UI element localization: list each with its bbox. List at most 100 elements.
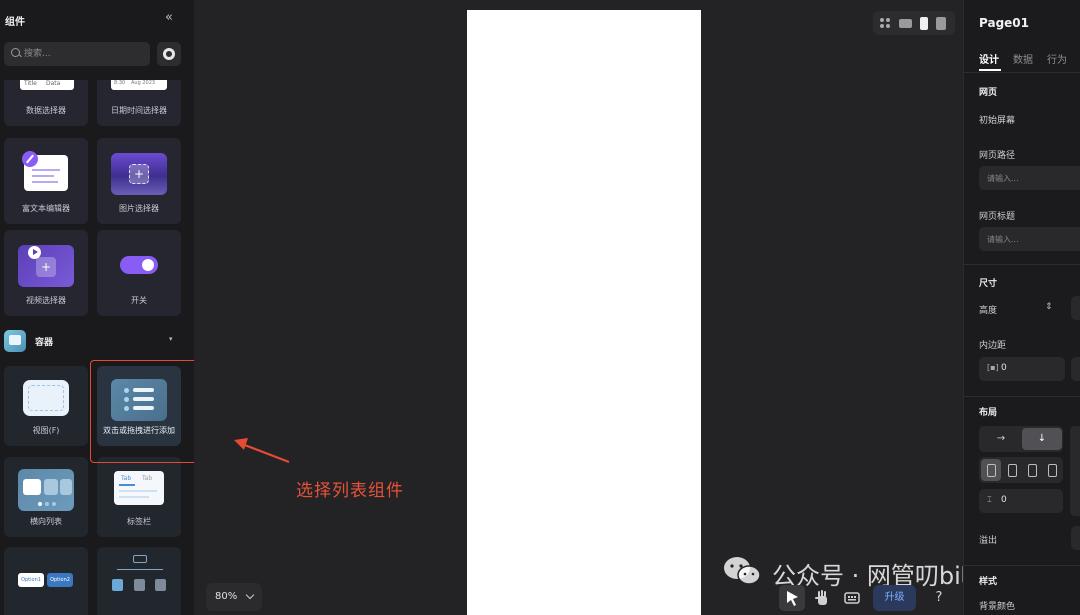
height-label: 高度 [979, 306, 998, 316]
height-mode-icon[interactable]: ⇕ [1045, 302, 1053, 312]
data-picker-thumb-title: Title [24, 80, 37, 87]
tree-root-node [133, 555, 147, 563]
direction-vertical-button[interactable]: ↓ [1022, 428, 1062, 450]
divider [964, 264, 1080, 265]
section-size: 尺寸 [979, 279, 998, 289]
collapse-panel-icon[interactable]: « [165, 10, 173, 25]
align-end-button[interactable] [1022, 459, 1042, 481]
section-webpage: 网页 [979, 88, 998, 98]
option-thumb-b: Option2 [47, 573, 73, 587]
overflow-label: 溢出 [979, 536, 998, 546]
tree-node [134, 579, 145, 591]
page-path-input[interactable] [987, 170, 1080, 186]
padding-detail-field[interactable] [1071, 357, 1080, 381]
height-field[interactable] [1071, 296, 1080, 320]
component-label: 视图(F) [32, 426, 60, 435]
keyboard-icon [844, 592, 860, 604]
zoom-level: 80% [215, 591, 238, 602]
component-video-picker[interactable]: + 视频选择器 [4, 230, 88, 316]
component-label: 开关 [131, 296, 147, 305]
component-switch[interactable]: 开关 [97, 230, 181, 316]
tab-design[interactable]: 设计 [979, 51, 999, 66]
list-component-highlight [90, 360, 194, 463]
page-title-input[interactable] [987, 231, 1080, 247]
tab-data[interactable]: 数据 [1013, 51, 1033, 66]
align-start-button[interactable] [981, 459, 1001, 481]
divider [964, 396, 1080, 397]
alignment-grid[interactable] [1070, 426, 1080, 516]
github-icon[interactable] [157, 42, 181, 66]
tab-thumb-b: Tab [142, 475, 153, 482]
tab-thumb-a: Tab [121, 475, 132, 482]
desktop-icon[interactable] [899, 19, 912, 28]
search-icon [11, 48, 20, 57]
component-search[interactable] [4, 42, 150, 66]
align-center-button[interactable] [1002, 459, 1022, 481]
datetime-thumb-date: Aug 2023 [131, 80, 156, 86]
search-input[interactable] [24, 45, 144, 63]
component-panel: 组件 « Title Data 数据选择器 8:30 Aug 2023 日期时间… [0, 0, 194, 615]
hand-tool[interactable] [809, 585, 835, 611]
page-path-field[interactable] [979, 166, 1080, 190]
divider [964, 72, 1080, 73]
grid-view-icon[interactable] [880, 18, 890, 28]
comment-tool[interactable] [839, 585, 865, 611]
view-thumbnail [23, 380, 69, 416]
play-icon [28, 246, 41, 259]
tab-behavior[interactable]: 行为 [1047, 51, 1067, 66]
chevron-down-icon [245, 590, 255, 600]
component-label: 图片选择器 [119, 204, 159, 213]
component-tree[interactable] [97, 547, 181, 615]
component-panel-header: 组件 « [0, 0, 194, 40]
component-label: 横向列表 [30, 517, 62, 526]
mobile-icon[interactable] [920, 17, 928, 30]
select-tool[interactable] [779, 585, 805, 611]
tree-connector [117, 569, 163, 570]
tab-bar-thumbnail: Tab Tab [114, 471, 164, 505]
page-title-field[interactable] [979, 227, 1080, 251]
data-picker-thumb-data: Data [46, 80, 61, 87]
properties-panel: Page01 设计 数据 行为 网页 初始屏幕 网页路径 网页标题 尺寸 高度 … [963, 0, 1080, 615]
data-picker-thumbnail: Title Data [20, 80, 74, 90]
component-option-group[interactable]: Option1 Option2 [4, 547, 88, 615]
page-title-label: 网页标题 [979, 212, 1016, 222]
component-label: 标签栏 [127, 517, 151, 526]
help-button[interactable]: ? [928, 585, 950, 611]
upgrade-button[interactable]: 升级 [873, 585, 916, 611]
gap-field[interactable]: ⌶ 0 [979, 489, 1063, 513]
overflow-select[interactable] [1071, 526, 1080, 550]
direction-horizontal-button[interactable]: → [981, 428, 1021, 450]
section-container-header[interactable]: 容器 ▾ [4, 330, 190, 354]
section-layout: 布局 [979, 408, 998, 418]
hand-icon [815, 590, 827, 605]
initial-screen-label: 初始屏幕 [979, 116, 1016, 126]
tree-node [112, 579, 123, 591]
datetime-picker-thumbnail: 8:30 Aug 2023 [111, 80, 167, 90]
caret-down-icon[interactable]: ▾ [169, 335, 173, 343]
option-thumb-a: Option1 [18, 573, 44, 587]
annotation-text: 选择列表组件 [296, 481, 404, 501]
component-panel-title: 组件 [5, 17, 25, 28]
bg-color-label: 背景颜色 [979, 602, 1016, 612]
padding-field[interactable]: [▪] 0 [979, 357, 1065, 381]
section-title: 容器 [35, 338, 54, 348]
container-icon [4, 330, 26, 352]
gap-icon: ⌶ [987, 495, 992, 504]
page-canvas[interactable] [467, 10, 701, 615]
component-label: 视频选择器 [26, 296, 66, 305]
component-tab-bar[interactable]: Tab Tab 标签栏 [97, 457, 181, 537]
component-horizontal-list[interactable]: 横向列表 [4, 457, 88, 537]
zoom-control[interactable]: 80% [206, 583, 262, 611]
component-rich-text-editor[interactable]: 富文本编辑器 [4, 138, 88, 224]
divider [964, 565, 1080, 566]
align-stretch-button[interactable] [1042, 459, 1062, 481]
component-image-picker[interactable]: + 图片选择器 [97, 138, 181, 224]
annotation-arrow-icon [234, 438, 290, 464]
page-path-label: 网页路径 [979, 151, 1016, 161]
pencil-icon [22, 151, 38, 167]
component-view[interactable]: 视图(F) [4, 366, 88, 446]
cursor-icon [787, 591, 798, 606]
component-label: 富文本编辑器 [22, 204, 70, 213]
tablet-icon[interactable] [936, 17, 946, 30]
add-icon: + [129, 164, 149, 184]
